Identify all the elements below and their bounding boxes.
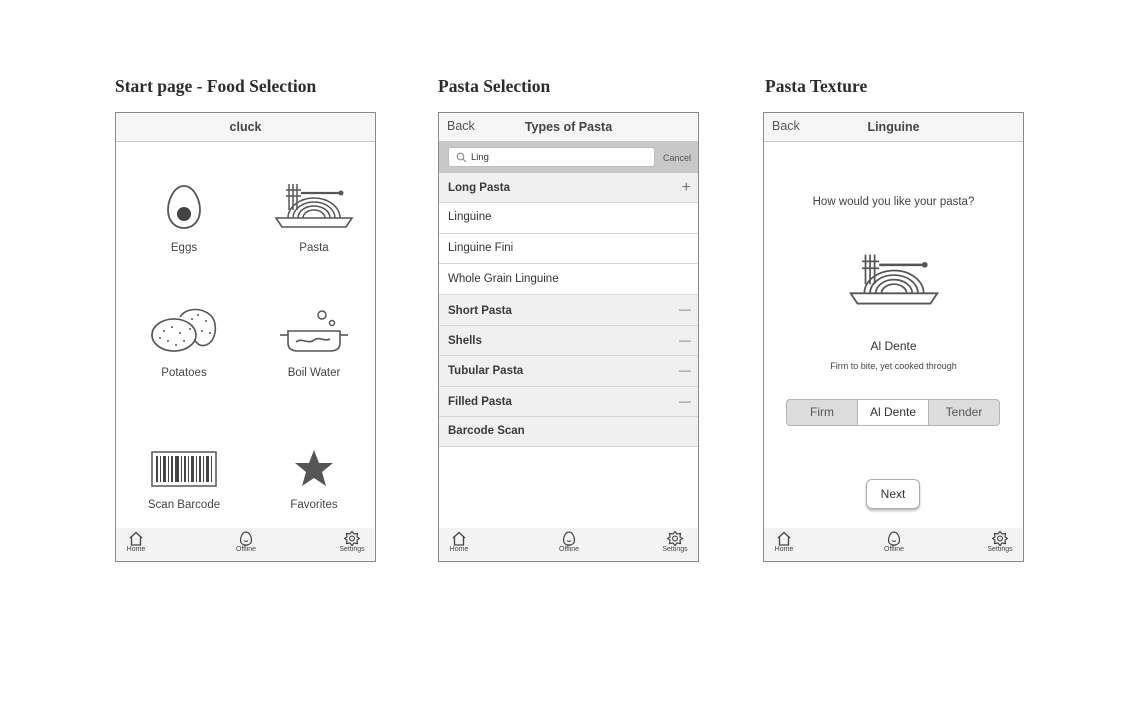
tab-bar: Home Offline Settings	[764, 528, 1023, 561]
food-item-label: Scan Barcode	[147, 499, 221, 511]
barcode-icon	[151, 451, 217, 487]
boil-water-icon	[280, 310, 348, 352]
texture-title: Al Dente	[870, 339, 917, 353]
section-filled-pasta[interactable]: Filled Pasta —	[439, 387, 698, 417]
tab-bar: Home Offline Settings	[116, 528, 375, 561]
food-item-label: Boil Water	[287, 367, 341, 379]
section-label: Tubular Pasta	[448, 365, 524, 377]
food-item-potatoes[interactable]: Potatoes	[129, 295, 239, 379]
search-field[interactable]	[448, 147, 655, 167]
food-item-label: Favorites	[290, 499, 338, 511]
expand-plus-icon[interactable]: +	[682, 180, 691, 196]
egg-outline-icon	[239, 531, 253, 546]
screen-title: Types of Pasta	[524, 120, 613, 134]
search-cancel-button[interactable]: Cancel	[663, 153, 691, 163]
home-icon	[777, 531, 791, 546]
tab-offline[interactable]: Offline	[226, 531, 266, 553]
collapse-minus-icon[interactable]: —	[679, 303, 691, 315]
collapse-minus-icon[interactable]: —	[679, 334, 691, 346]
tab-label: Home	[774, 546, 794, 553]
tab-home[interactable]: Home	[116, 531, 156, 553]
egg-outline-icon	[562, 531, 576, 546]
section-label: Filled Pasta	[448, 396, 512, 408]
gear-icon	[344, 531, 360, 546]
food-item-label: Pasta	[299, 242, 329, 254]
food-item-label: Potatoes	[161, 367, 207, 379]
list-item[interactable]: Linguine Fini	[439, 234, 698, 264]
home-icon	[129, 531, 143, 546]
egg-outline-icon	[887, 531, 901, 546]
section-barcode-scan[interactable]: Barcode Scan	[439, 417, 698, 447]
navbar: Back Types of Pasta	[439, 113, 698, 142]
tab-home[interactable]: Home	[764, 531, 804, 553]
search-bar: Cancel	[439, 142, 698, 173]
section-label: Long Pasta	[448, 182, 510, 194]
section-label: Shells	[448, 335, 482, 347]
section-long-pasta[interactable]: Long Pasta +	[439, 173, 698, 203]
tab-label: Settings	[662, 546, 688, 553]
section-label: Barcode Scan	[448, 425, 525, 437]
collapse-minus-icon[interactable]: —	[679, 395, 691, 407]
pasta-texture-screen: Back Linguine How would you like your pa…	[763, 112, 1024, 562]
tab-offline[interactable]: Offline	[549, 531, 589, 553]
search-input[interactable]	[471, 150, 651, 164]
tab-settings[interactable]: Settings	[332, 531, 372, 553]
tab-home[interactable]: Home	[439, 531, 479, 553]
tab-settings[interactable]: Settings	[980, 531, 1020, 553]
food-item-pasta[interactable]: Pasta	[259, 170, 369, 254]
screen3-caption: Pasta Texture	[765, 76, 868, 96]
potatoes-icon	[151, 308, 217, 352]
app-title: cluck	[229, 120, 262, 134]
tab-label: Settings	[987, 546, 1013, 553]
gear-icon	[992, 531, 1008, 546]
gear-icon	[667, 531, 683, 546]
list-item-label: Whole Grain Linguine	[448, 273, 559, 285]
screen2-caption: Pasta Selection	[438, 76, 551, 96]
list-item-label: Linguine Fini	[448, 242, 514, 254]
tab-bar: Home Offline Settings	[439, 528, 698, 561]
food-selection-screen: cluck Eggs Pasta Potatoes Boil Water Sca…	[115, 112, 376, 562]
list-item-label: Linguine	[448, 211, 492, 223]
list-item[interactable]: Linguine	[439, 203, 698, 234]
home-icon	[452, 531, 466, 546]
food-item-eggs[interactable]: Eggs	[129, 170, 239, 254]
texture-segmented-control: Firm Al Dente Tender	[786, 399, 1000, 426]
screen1-caption: Start page - Food Selection	[115, 76, 317, 96]
navbar: Back Linguine	[764, 113, 1023, 142]
section-tubular-pasta[interactable]: Tubular Pasta —	[439, 356, 698, 387]
texture-question: How would you like your pasta?	[812, 196, 975, 208]
tab-settings[interactable]: Settings	[655, 531, 695, 553]
search-icon	[456, 152, 467, 163]
tab-label: Offline	[883, 546, 905, 553]
pasta-icon	[274, 184, 354, 228]
collapse-minus-icon[interactable]: —	[679, 364, 691, 376]
navbar: cluck	[116, 113, 375, 142]
food-item-boil-water[interactable]: Boil Water	[259, 295, 369, 379]
egg-icon	[167, 185, 201, 229]
section-shells[interactable]: Shells —	[439, 326, 698, 356]
segment-firm[interactable]: Firm	[787, 400, 857, 425]
screen-title: Linguine	[867, 120, 920, 134]
tab-label: Home	[449, 546, 469, 553]
list-item[interactable]: Whole Grain Linguine	[439, 264, 698, 295]
tab-label: Home	[126, 546, 146, 553]
star-icon	[295, 450, 333, 486]
tab-offline[interactable]: Offline	[874, 531, 914, 553]
pasta-selection-screen: Back Types of Pasta Cancel Long Pasta + …	[438, 112, 699, 562]
section-short-pasta[interactable]: Short Pasta —	[439, 295, 698, 326]
tab-label: Offline	[235, 546, 257, 553]
next-button[interactable]: Next	[866, 479, 920, 509]
food-item-label: Eggs	[170, 242, 198, 254]
segment-tender[interactable]: Tender	[929, 400, 999, 425]
food-item-scan-barcode[interactable]: Scan Barcode	[129, 427, 239, 511]
tab-label: Settings	[339, 546, 365, 553]
texture-description: Firm to bite, yet cooked through	[830, 361, 957, 371]
tab-label: Offline	[558, 546, 580, 553]
food-item-favorites[interactable]: Favorites	[259, 427, 369, 511]
section-label: Short Pasta	[448, 305, 512, 317]
segment-al-dente[interactable]: Al Dente	[857, 400, 929, 425]
pasta-icon	[848, 254, 940, 305]
